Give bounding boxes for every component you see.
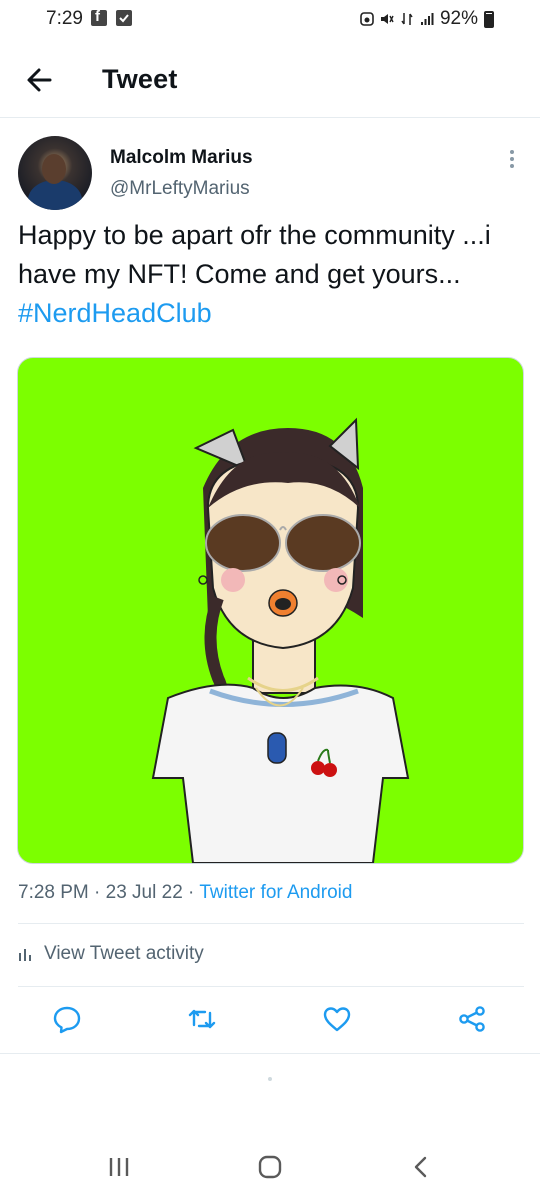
recent-apps-button[interactable] [104, 1152, 134, 1182]
view-activity-button[interactable]: View Tweet activity [18, 943, 204, 965]
signal-icon [420, 13, 434, 25]
tweet-actions [0, 1003, 540, 1039]
status-time: 7:29 [46, 8, 83, 29]
battery-icon [484, 10, 494, 28]
arrow-left-icon [27, 68, 52, 92]
tweet-body: Happy to be apart ofr the community ...i… [18, 220, 491, 289]
mute-icon [380, 14, 394, 24]
more-vertical-icon [510, 150, 514, 168]
view-activity-label: View Tweet activity [44, 943, 204, 964]
divider [18, 923, 524, 924]
divider [18, 986, 524, 987]
status-bar: 7:29 92% [0, 0, 540, 40]
nft-artwork [151, 417, 410, 863]
system-nav-bar [0, 1130, 540, 1200]
avatar[interactable] [18, 136, 92, 210]
tweet-media-image[interactable] [17, 357, 524, 864]
home-button[interactable] [255, 1152, 285, 1182]
author-name[interactable]: Malcolm Marius [110, 147, 253, 169]
home-icon [258, 1155, 282, 1179]
alarm-icon [360, 12, 374, 26]
tweet-timestamp: 7:28 PM · 23 Jul 22 · [18, 882, 200, 903]
battery-percent: 92% [439, 8, 478, 29]
data-icon [401, 13, 413, 25]
tweet-text: Happy to be apart ofr the community ...i… [18, 216, 518, 333]
share-icon [459, 1006, 485, 1032]
system-back-button[interactable] [406, 1152, 436, 1182]
status-right: 92% [360, 8, 494, 30]
like-icon [323, 1007, 351, 1032]
more-options-button[interactable] [500, 148, 524, 172]
tweet-source-link[interactable]: Twitter for Android [199, 882, 352, 903]
facebook-icon [91, 8, 107, 26]
back-button[interactable] [22, 62, 58, 98]
like-button[interactable] [321, 1003, 353, 1035]
app-header: Tweet [0, 40, 540, 118]
scroll-indicator [268, 1077, 272, 1081]
check-icon [116, 10, 132, 26]
divider [0, 1053, 540, 1054]
chevron-left-icon [414, 1156, 427, 1178]
author-handle[interactable]: @MrLeftyMarius [110, 178, 250, 200]
share-button[interactable] [456, 1003, 488, 1035]
reply-icon [53, 1006, 81, 1034]
hashtag-link[interactable]: #NerdHeadClub [18, 298, 212, 328]
recent-apps-icon [109, 1158, 129, 1176]
bar-chart-icon [19, 949, 31, 961]
tweet-meta: 7:28 PM · 23 Jul 22 · Twitter for Androi… [18, 882, 352, 904]
reply-button[interactable] [51, 1003, 83, 1035]
page-title: Tweet [102, 64, 178, 94]
retweet-icon [188, 1009, 216, 1029]
retweet-button[interactable] [186, 1003, 218, 1035]
